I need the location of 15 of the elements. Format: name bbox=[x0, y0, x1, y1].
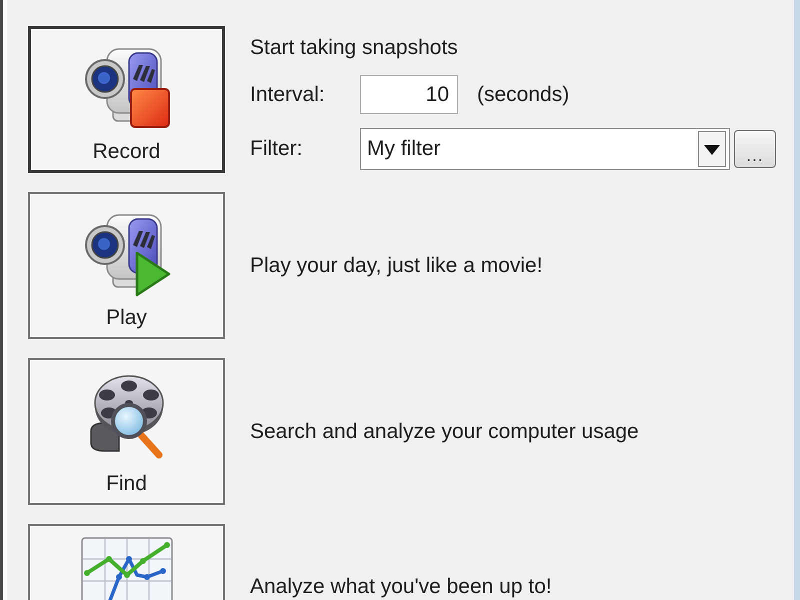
action-description: Analyze what you've been up to! bbox=[250, 575, 552, 599]
find-button[interactable]: Find bbox=[28, 358, 225, 505]
unit-label: (seconds) bbox=[477, 82, 570, 106]
interval-field[interactable]: 10 bbox=[360, 75, 458, 114]
analyze-button[interactable] bbox=[28, 524, 225, 600]
field-label: Interval: bbox=[250, 82, 326, 106]
more-button[interactable]: ... bbox=[734, 130, 776, 168]
record-button[interactable]: Record bbox=[28, 26, 225, 173]
action-description: Play your day, just like a movie! bbox=[250, 254, 543, 278]
action-description: Search and analyze your computer usage bbox=[250, 420, 639, 444]
line-chart-icon bbox=[78, 537, 174, 600]
filter-dropdown[interactable]: My filter bbox=[360, 128, 730, 170]
play-button[interactable]: Play bbox=[28, 192, 225, 339]
field-label: Filter: bbox=[250, 137, 304, 161]
section-heading: Start taking snapshots bbox=[250, 36, 459, 60]
